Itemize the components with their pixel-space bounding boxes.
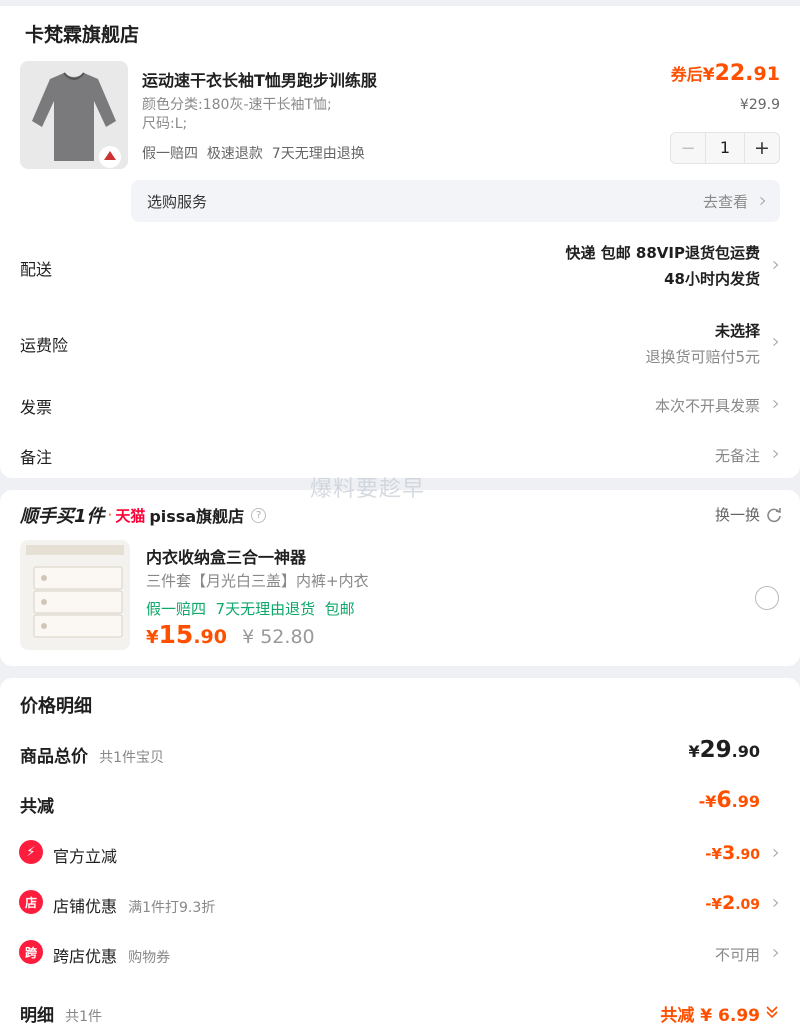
cross-store-sub: 购物券	[128, 950, 171, 966]
total-amount: ¥29.90	[689, 737, 761, 763]
total-row: 商品总价 共1件宝贝	[20, 742, 164, 767]
store-discount-amount[interactable]: -¥2.09	[705, 892, 760, 914]
lightning-icon: ⚡	[19, 840, 43, 864]
store-discount-integer: 2	[721, 892, 736, 914]
decrease-button[interactable]: −	[671, 138, 705, 159]
discount-decimal: .99	[731, 792, 760, 811]
cross-store-row: 跨店优惠 购物券	[53, 943, 170, 967]
total-label: 商品总价	[20, 747, 88, 767]
price-detail-title: 价格明细	[20, 696, 92, 717]
addon-header: 顺手买1件 · 天猫 pissa旗舰店 ?	[20, 502, 267, 528]
addon-brand: 顺手买1件	[20, 506, 105, 527]
tmall-label: 天猫	[115, 506, 146, 525]
addon-card: 顺手买1件 · 天猫 pissa旗舰店 ? 换一换 内衣收纳盒三合一神器 三件套…	[0, 490, 800, 666]
price-integer: 22.	[714, 61, 754, 86]
addon-tags: 假一赔四 7天无理由退货 包邮	[146, 600, 355, 618]
service-row[interactable]: 选购服务 去查看 ›	[131, 180, 780, 222]
detail-value[interactable]: 共减 ¥ 6.99	[660, 1001, 760, 1026]
total-integer: 29	[699, 737, 732, 763]
product-title[interactable]: 运动速干衣长袖T恤男跑步训练服	[142, 67, 377, 91]
detail-row: 明细 共1件	[20, 1001, 102, 1026]
detail-sub: 共1件	[65, 1009, 103, 1025]
store-card: 卡梵霖旗舰店 运动速干衣长袖T恤男跑步训练服 颜色分类:180灰-速干长袖T恤;…	[0, 6, 800, 478]
addon-select-radio[interactable]	[755, 586, 779, 610]
after-coupon-prefix: 券后	[670, 65, 703, 84]
official-discount-amount[interactable]: -¥3.90	[705, 842, 760, 864]
addon-title[interactable]: 内衣收纳盒三合一神器	[146, 544, 306, 568]
official-discount-label: 官方立减	[53, 847, 118, 866]
price-detail-card: 价格明细 商品总价 共1件宝贝 ¥29.90 共减 -¥6.99 ⚡ 官方立减 …	[0, 678, 800, 1034]
price-currency: ¥	[702, 65, 715, 85]
chevron-right-icon[interactable]: ›	[772, 441, 780, 465]
store-discount-label: 店铺优惠	[53, 897, 118, 916]
storage-box-image	[26, 545, 124, 638]
cross-store-value[interactable]: 不可用	[715, 944, 760, 965]
invoice-value[interactable]: 本次不开具发票	[655, 395, 760, 416]
discount-prefix: -¥	[698, 792, 717, 811]
original-price: ¥29.9	[739, 97, 780, 113]
quantity-stepper: − 1 +	[670, 132, 780, 164]
chevron-right-icon: ›	[759, 188, 767, 212]
official-discount-decimal: .90	[735, 847, 760, 863]
chevron-right-icon[interactable]: ›	[772, 391, 780, 415]
addon-dot: ·	[107, 506, 113, 524]
product-service-tags: 假一赔四 极速退款 7天无理由退换	[142, 146, 365, 162]
remark-value[interactable]: 无备注	[715, 445, 760, 466]
chevron-right-icon[interactable]: ›	[772, 940, 780, 964]
tshirt-image	[32, 72, 121, 168]
delivery-line2[interactable]: 48小时内发货	[664, 268, 760, 289]
total-decimal: .90	[731, 742, 760, 761]
cross-store-icon: 跨	[19, 940, 43, 964]
total-currency: ¥	[688, 742, 700, 761]
addon-currency: ¥	[146, 627, 159, 648]
delivery-label: 配送	[20, 260, 53, 279]
increase-button[interactable]: +	[745, 137, 779, 159]
addon-thumbnail[interactable]	[20, 540, 130, 650]
delivery-line1[interactable]: 快递 包邮 88VIP退货包运费	[565, 242, 760, 263]
help-icon[interactable]: ?	[251, 507, 267, 523]
store-discount-decimal: .09	[735, 897, 760, 913]
discount-label: 共减	[20, 797, 54, 817]
refresh-icon	[767, 507, 781, 522]
swap-button[interactable]: 换一换	[715, 504, 783, 525]
chevron-right-icon[interactable]: ›	[772, 890, 780, 914]
addon-price-integer: 15	[158, 620, 194, 649]
watermark: 爆料要趁早	[310, 477, 426, 502]
service-label: 选购服务	[147, 193, 208, 211]
insurance-label: 运费险	[20, 336, 69, 355]
store-discount-row: 店铺优惠 满1件打9.3折	[53, 893, 215, 917]
chevron-right-icon[interactable]: ›	[772, 252, 780, 276]
discount-integer: 6	[716, 788, 732, 813]
product-thumbnail[interactable]	[20, 61, 128, 169]
addon-shop[interactable]: pissa旗舰店	[149, 503, 244, 527]
store-icon: 店	[19, 890, 43, 914]
discount-amount: -¥6.99	[699, 788, 760, 813]
store-discount-prefix: -¥	[705, 895, 722, 913]
store-discount-sub: 满1件打9.3折	[128, 900, 216, 916]
addon-price: ¥15.90 ¥ 52.80	[146, 620, 315, 649]
official-discount-integer: 3	[721, 842, 736, 864]
double-chevron-down-icon[interactable]	[764, 1004, 780, 1020]
price-decimal: 91	[753, 63, 780, 85]
insurance-status[interactable]: 未选择	[715, 320, 760, 341]
insurance-note[interactable]: 退换货可赔付5元	[645, 346, 760, 367]
official-discount-prefix: -¥	[705, 845, 722, 863]
after-coupon-price: 券后¥22.91	[671, 61, 780, 86]
service-action: 去查看	[702, 193, 748, 211]
remark-label: 备注	[20, 448, 53, 467]
addon-subtitle: 三件套【月光白三盖】内裤+内衣	[146, 572, 369, 590]
product-spec: 颜色分类:180灰-速干长袖T恤;尺码:L;	[142, 97, 332, 132]
swap-label: 换一换	[714, 506, 760, 524]
detail-label: 明细	[20, 1006, 54, 1026]
cross-store-label: 跨店优惠	[53, 947, 118, 966]
invoice-label: 发票	[20, 398, 53, 417]
addon-price-decimal: .90	[193, 626, 227, 648]
quantity-value[interactable]: 1	[705, 133, 745, 163]
store-name[interactable]: 卡梵霖旗舰店	[25, 20, 139, 47]
chevron-right-icon[interactable]: ›	[772, 840, 780, 864]
chevron-right-icon[interactable]: ›	[772, 329, 780, 353]
addon-original-price: ¥ 52.80	[242, 626, 315, 648]
total-sub: 共1件宝贝	[99, 750, 165, 766]
